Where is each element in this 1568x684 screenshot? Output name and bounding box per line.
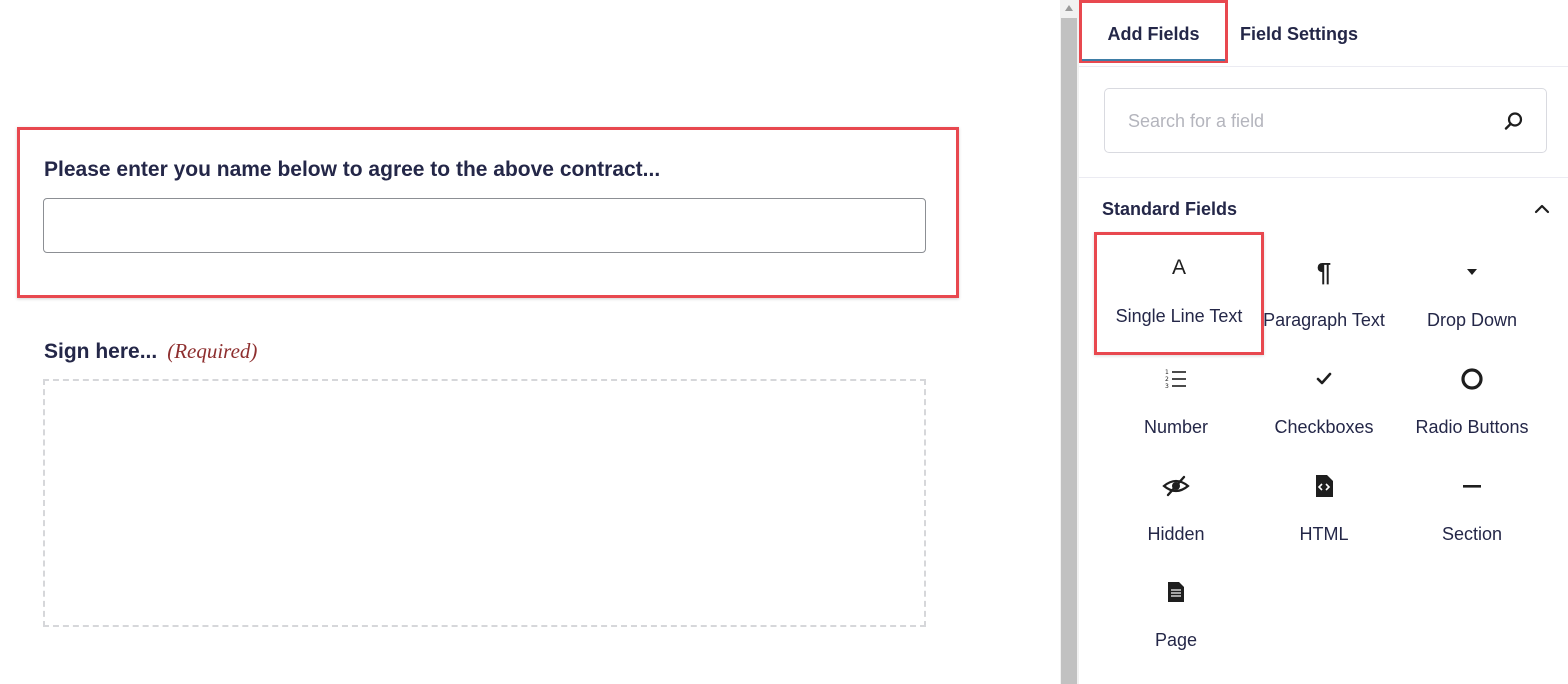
svg-text:3: 3: [1165, 383, 1169, 390]
panel-tabs: Add Fields Field Settings: [1079, 0, 1568, 67]
tab-add-fields[interactable]: Add Fields: [1079, 0, 1228, 63]
scroll-up-arrow-icon[interactable]: [1065, 5, 1073, 11]
radio-icon: [1398, 365, 1546, 393]
checkmark-icon: [1250, 365, 1398, 393]
eye-slash-icon: [1102, 472, 1250, 500]
field-paragraph-text[interactable]: ¶ Paragraph Text: [1250, 236, 1398, 336]
name-field-label: Please enter you name below to agree to …: [44, 158, 661, 181]
minus-icon: [1398, 472, 1546, 500]
search-input[interactable]: [1105, 89, 1510, 154]
field-label: Single Line Text: [1115, 306, 1243, 326]
html-file-icon: [1250, 472, 1398, 500]
field-label: Drop Down: [1426, 310, 1518, 330]
field-panel: Add Fields Field Settings Standard Field…: [1079, 0, 1568, 684]
dropdown-icon: [1398, 258, 1546, 286]
field-number[interactable]: 1 2 3 Number: [1102, 343, 1250, 443]
field-label: Checkboxes: [1274, 417, 1374, 437]
section-title: Standard Fields: [1102, 199, 1238, 219]
field-label: Hidden: [1147, 524, 1205, 544]
tab-field-settings[interactable]: Field Settings: [1234, 0, 1364, 63]
divider: [1079, 177, 1568, 178]
svg-text:1: 1: [1165, 369, 1169, 376]
vertical-scrollbar[interactable]: [1060, 0, 1079, 684]
numbered-list-icon: 1 2 3: [1102, 365, 1250, 393]
name-input[interactable]: [43, 198, 926, 253]
chevron-up-icon[interactable]: [1532, 199, 1552, 219]
field-radio-buttons[interactable]: Radio Buttons: [1398, 343, 1546, 443]
signature-pad[interactable]: [43, 379, 926, 627]
page-icon: [1102, 578, 1250, 606]
form-canvas: Please enter you name below to agree to …: [0, 0, 1060, 684]
field-label: HTML: [1299, 524, 1349, 544]
signature-label-text: Sign here...: [44, 340, 158, 363]
paragraph-icon: ¶: [1316, 256, 1332, 287]
svg-text:2: 2: [1165, 376, 1169, 383]
signature-label: Sign here... (Required): [44, 339, 257, 364]
field-section[interactable]: Section: [1398, 450, 1546, 550]
field-label: Radio Buttons: [1415, 417, 1529, 437]
field-checkboxes[interactable]: Checkboxes: [1250, 343, 1398, 443]
field-label: Number: [1143, 417, 1209, 437]
required-indicator: (Required): [167, 339, 258, 363]
field-hidden[interactable]: Hidden: [1102, 450, 1250, 550]
field-drop-down[interactable]: Drop Down: [1398, 236, 1546, 336]
field-label: Section: [1441, 524, 1503, 544]
field-single-line-text[interactable]: A Single Line Text: [1094, 232, 1264, 355]
field-label: Page: [1154, 630, 1198, 650]
scrollbar-thumb[interactable]: [1061, 18, 1077, 684]
field-page[interactable]: Page: [1102, 556, 1250, 656]
search-icon[interactable]: [1504, 111, 1524, 131]
text-icon: A: [1171, 256, 1186, 279]
field-html[interactable]: HTML: [1250, 450, 1398, 550]
field-search: [1104, 88, 1547, 154]
field-label: Paragraph Text: [1263, 310, 1385, 330]
